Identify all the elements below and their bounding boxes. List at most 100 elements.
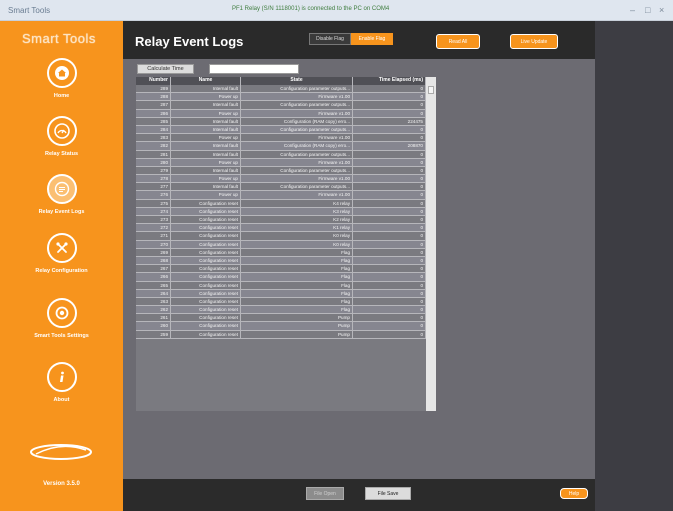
cell-state: K0 relay [241,232,353,240]
table-row[interactable]: 285 Internal fault Configuration (RAM copy… [136,117,426,126]
column-header-state[interactable]: State [241,77,353,85]
cell-number: 263 [136,297,171,306]
table-row[interactable]: 269 Configuration reset Flag 0 [136,248,426,257]
right-panel [595,21,673,511]
table-row[interactable]: 287 Internal fault Configuration parameter… [136,101,426,110]
column-header-time[interactable]: Time Elapsed (ms) [353,77,426,85]
table-row[interactable]: 275 Configuration reset K4 relay 0 [136,199,426,208]
column-header-name[interactable]: Name [171,77,241,85]
table-row[interactable]: 259 Configuration reset Pump 0 [136,330,426,339]
live-update-button[interactable]: Live Update [510,34,558,49]
table-row[interactable]: 260 Configuration reset Pump 0 [136,322,426,331]
cell-name: Configuration reset [171,289,241,297]
cell-state: Pump [241,322,353,330]
company-logo [28,441,94,465]
cell-name: Internal fault [171,183,241,191]
cell-number: 289 [136,85,171,93]
cell-state: K2 relay [241,216,353,224]
cell-number: 273 [136,216,171,224]
table-row[interactable]: 286 Power up Firmware v1.00 0 [136,109,426,118]
sidebar-item-label: Relay Status [44,151,78,157]
enable-flag-toggle[interactable]: Enable Flag [351,33,393,45]
close-button[interactable]: × [659,5,664,15]
cell-name: Internal fault [171,101,241,109]
cell-name: Power up [171,175,241,183]
sidebar-item-relay-event-logs[interactable]: Relay Event Logs [0,174,123,215]
sidebar-item-label: Smart Tools Settings [34,333,89,339]
cell-number: 282 [136,142,171,150]
cell-state: Firmware v1.00 [241,158,353,166]
table-row[interactable]: 272 Configuration reset K1 relay 0 [136,224,426,233]
table-row[interactable]: 262 Configuration reset Flag 0 [136,306,426,315]
table-row[interactable]: 278 Power up Firmware v1.00 0 [136,175,426,184]
cell-state: Flag [241,265,353,273]
sidebar-item-relay-status[interactable]: Relay Status [0,116,123,157]
table-row[interactable]: 273 Configuration reset K2 relay 0 [136,216,426,225]
cell-time: 0 [353,224,426,232]
footer-bar: File Open File Save Help [123,479,595,511]
table-row[interactable]: 282 Internal fault Configuration (RAM copy… [136,142,426,151]
table-row[interactable]: 271 Configuration reset K0 relay 0 [136,232,426,241]
table-row[interactable]: 280 Power up Firmware v1.00 0 [136,158,426,167]
cell-number: 277 [136,183,171,191]
cell-state: Firmware v1.00 [241,134,353,142]
table-row[interactable]: 263 Configuration reset Flag 0 [136,297,426,307]
table-row[interactable]: 274 Configuration reset K3 relay 0 [136,207,426,216]
table-row[interactable]: 265 Configuration reset Flag 0 [136,281,426,290]
table-row[interactable]: 270 Configuration reset K0 relay 0 [136,240,426,249]
table-header: Number Name State Time Elapsed (ms) [136,77,426,85]
cell-name: Configuration reset [171,322,241,330]
table-row[interactable]: 279 Internal fault Configuration parameter… [136,166,426,176]
main-panel: Relay Event Logs Disable Flag Enable Fla… [123,21,595,511]
disable-flag-toggle[interactable]: Disable Flag [309,33,351,45]
table-row[interactable]: 276 Power up Firmware v1.00 0 [136,191,426,200]
sidebar-item-home[interactable]: Home [0,58,123,99]
info-icon [46,362,77,392]
cell-state: Flag [241,289,353,297]
cell-time: 0 [353,297,426,306]
table-row[interactable]: 264 Configuration reset Flag 0 [136,289,426,298]
table-scrollbar[interactable] [426,77,436,411]
scrollbar-thumb[interactable] [428,86,434,94]
maximize-button[interactable]: □ [645,5,650,15]
cell-time: 0 [353,125,426,134]
sidebar-item-relay-configuration[interactable]: Relay Configuration [0,233,123,274]
cell-number: 280 [136,158,171,166]
cell-name: Configuration reset [171,224,241,232]
sidebar-item-smart-tools-settings[interactable]: Smart Tools Settings [0,298,123,339]
cell-number: 271 [136,232,171,240]
table-row[interactable]: 268 Configuration reset Flag 0 [136,256,426,266]
table-row[interactable]: 288 Power up Firmware v1.00 0 [136,93,426,102]
read-all-button[interactable]: Read All [436,34,480,49]
title-bar: Smart Tools PF1 Relay (S/N 1118001) is c… [0,0,673,21]
cell-name: Configuration reset [171,199,241,207]
table-row[interactable]: 284 Internal fault Configuration parameter… [136,125,426,135]
minimize-button[interactable]: – [630,5,635,15]
table-row[interactable]: 261 Configuration reset Pump 0 [136,314,426,323]
cell-number: 267 [136,265,171,273]
table-row[interactable]: 277 Internal fault Configuration parameter… [136,183,426,192]
file-save-button[interactable]: File Save [365,487,411,500]
sidebar-item-about[interactable]: About [0,362,123,403]
cell-number: 283 [136,134,171,142]
file-open-button[interactable]: File Open [306,487,344,500]
table-row[interactable]: 283 Power up Firmware v1.00 0 [136,134,426,143]
gauge-icon [46,116,77,146]
cell-time: 0 [353,240,426,248]
cell-state: Flag [241,297,353,306]
sidebar-item-label: Relay Configuration [35,268,88,274]
help-button[interactable]: Help [560,488,588,499]
calculate-time-field[interactable] [209,64,299,74]
cell-number: 274 [136,207,171,215]
column-header-number[interactable]: Number [136,77,171,85]
table-row[interactable]: 281 Internal fault Configuration parameter… [136,150,426,159]
calculate-time-button[interactable]: Calculate Time [137,64,194,74]
sidebar: Smart Tools Home Relay Status Relay Even… [0,21,123,511]
table-row[interactable]: 266 Configuration reset Flag 0 [136,273,426,282]
cell-time: 0 [353,281,426,289]
table-row[interactable]: 289 Internal fault Configuration parameter… [136,85,426,94]
cell-name: Internal fault [171,125,241,134]
table-row[interactable]: 267 Configuration reset Flag 0 [136,265,426,274]
cell-time: 0 [353,314,426,322]
cell-state: Configuration parameter outputs... [241,125,353,134]
